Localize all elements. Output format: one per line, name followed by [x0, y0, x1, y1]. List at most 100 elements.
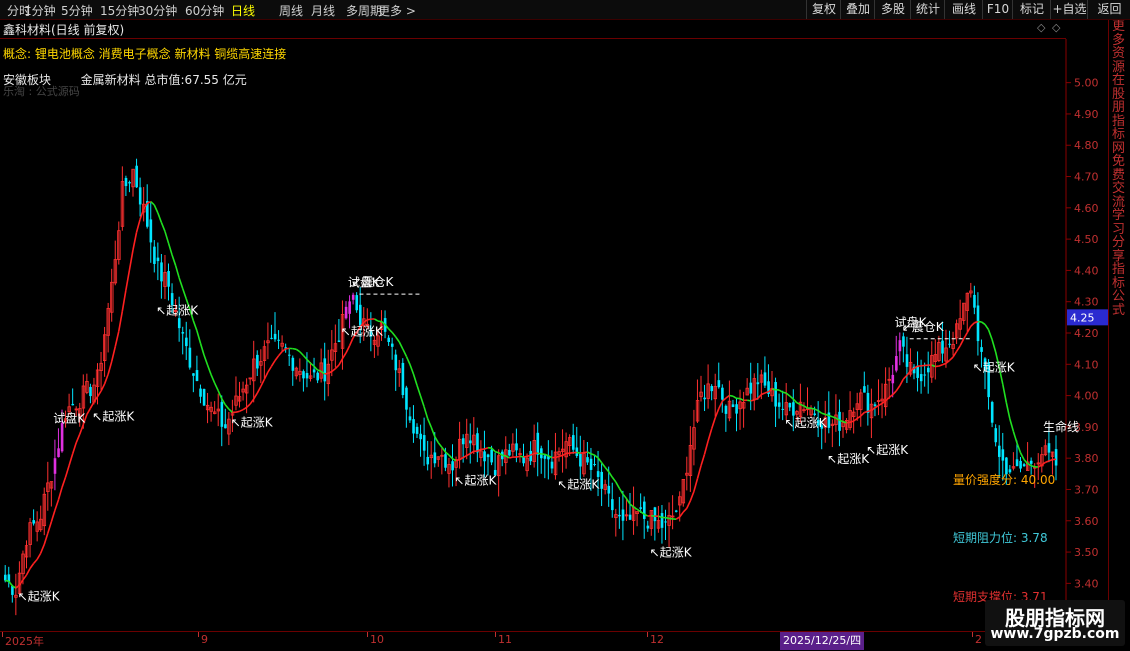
signal-label: ↖起涨K [92, 408, 135, 423]
ma-line-segment [332, 369, 336, 372]
ma-line-segment [697, 466, 701, 479]
ma-line-segment [442, 447, 446, 452]
candle-body [139, 187, 142, 204]
ma-line-segment [1028, 464, 1032, 466]
ma-line-segment [694, 479, 698, 492]
ma-line-segment [666, 518, 670, 519]
signal-label: ↖起涨K [973, 360, 1016, 375]
candle-body [948, 344, 951, 345]
ma-line-segment [900, 379, 904, 386]
ma-line-segment [690, 491, 694, 500]
candle-body [409, 416, 412, 420]
candle-body [735, 404, 738, 413]
ma-line-segment [1038, 465, 1042, 467]
period-tab[interactable]: 60分钟 [185, 2, 224, 19]
ma-line-segment [701, 454, 705, 466]
ma-line-segment [893, 391, 897, 395]
ma-line-segment [311, 363, 315, 366]
ma-line-segment [137, 219, 141, 232]
ma-line-segment [215, 383, 219, 391]
short-resistance-label: 短期阻力位: 3.78 [953, 530, 1048, 545]
tool-button[interactable]: 返回 [1087, 0, 1130, 19]
candle-body [1009, 469, 1012, 472]
candle-body [32, 520, 35, 523]
period-tab[interactable]: 15分钟 [100, 2, 139, 19]
site-logo: 股朋指标网 www.7gpzb.com [985, 600, 1125, 646]
ma-line-segment [758, 395, 762, 399]
period-tab[interactable]: 1分钟 [24, 2, 56, 19]
candle-body [725, 406, 728, 414]
candle-body [664, 521, 667, 522]
price-label: 5.00 [1074, 77, 1099, 90]
candle-body [1048, 443, 1051, 452]
signal-label: ↖起涨K [341, 324, 384, 339]
ma-line-segment [740, 399, 744, 401]
kline-chart[interactable]: 5.004.904.804.704.604.504.404.304.204.10… [0, 39, 1108, 631]
candle-body [608, 486, 611, 494]
ma-line-segment [367, 319, 371, 320]
ma-line-segment [818, 411, 822, 414]
ma-line-segment [275, 356, 279, 361]
ma-line-segment [73, 443, 77, 454]
ma-line-segment [403, 349, 407, 356]
dropdown-icon[interactable]: ◇ [1052, 21, 1060, 34]
ma-line-segment [129, 250, 133, 270]
ma-line-segment [626, 499, 630, 504]
date-label: 9 [201, 633, 208, 646]
ma-line-segment [719, 401, 723, 408]
tool-button[interactable]: 多股 [874, 0, 911, 19]
ma-line-segment [1013, 431, 1017, 442]
period-tab[interactable]: 多周期 [346, 2, 382, 19]
ma-line-segment [374, 319, 378, 321]
ma-line-segment [712, 418, 716, 429]
ma-line-segment [861, 413, 865, 417]
ma-line-segment [793, 399, 797, 403]
candle-body [292, 358, 295, 371]
period-tab[interactable]: 月线 [311, 2, 335, 19]
diamond-icon[interactable]: ◇ [1037, 21, 1045, 34]
date-label: 11 [498, 633, 512, 646]
candle-body [515, 443, 518, 450]
tool-button[interactable]: +自选 [1050, 0, 1088, 19]
candle-body [469, 441, 472, 444]
ma-line-segment [176, 265, 180, 277]
tool-button[interactable]: 标记 [1012, 0, 1051, 19]
ma-line-segment [300, 352, 304, 356]
candle-body [622, 510, 625, 521]
price-label: 4.40 [1074, 264, 1099, 277]
ma-line-segment [843, 422, 847, 423]
date-label: 12 [650, 633, 664, 646]
period-tab[interactable]: 30分钟 [138, 2, 177, 19]
ma-line-segment [293, 349, 297, 350]
period-tab[interactable]: 周线 [279, 2, 303, 19]
tool-button[interactable]: 叠加 [840, 0, 875, 19]
tool-button[interactable]: 画线 [944, 0, 983, 19]
price-label: 3.40 [1074, 577, 1099, 590]
tool-button[interactable]: 统计 [910, 0, 945, 19]
period-tab[interactable]: 日线 [231, 2, 255, 19]
ma-line-segment [854, 419, 858, 421]
period-tab[interactable]: 5分钟 [61, 2, 93, 19]
ma-line-segment [971, 323, 975, 326]
candle-body [345, 307, 348, 318]
signal-label: 试盘K [348, 275, 381, 290]
ma-line-segment [1049, 460, 1053, 461]
ma-line-segment [705, 441, 709, 454]
ma-line-segment [470, 451, 474, 453]
candle-body [277, 340, 280, 341]
candle-body [522, 457, 525, 463]
candle-body [611, 499, 614, 510]
ma-line-segment [602, 463, 606, 468]
ma-line-segment [169, 243, 173, 255]
ma-line-segment [790, 396, 794, 399]
ma-line-segment [90, 402, 94, 408]
ma-line-segment [211, 375, 215, 383]
candle-body [792, 402, 795, 415]
tool-button[interactable]: F10 [982, 0, 1013, 19]
tool-button[interactable]: 复权 [806, 0, 841, 19]
ma-line-segment [687, 501, 691, 509]
period-tab[interactable]: 更多 > [378, 2, 416, 19]
date-tick [2, 632, 3, 637]
ma-line-segment [410, 364, 414, 374]
ma-line-segment [406, 356, 410, 364]
